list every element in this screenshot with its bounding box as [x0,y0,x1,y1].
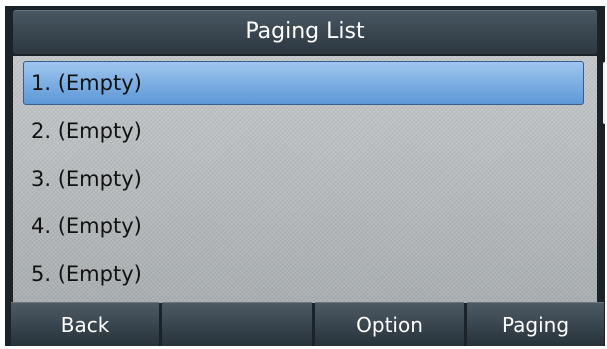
empty-softkey[interactable] [162,302,312,346]
back-button[interactable]: Back [11,302,159,346]
list-item[interactable]: 2. (Empty) [25,109,580,153]
list-item[interactable]: 5. (Empty) [25,252,580,296]
list-item[interactable]: 4. (Empty) [25,204,580,248]
softkey-bar: Back Option Paging [5,302,605,346]
option-button[interactable]: Option [315,302,464,346]
list-item[interactable]: 1. (Empty) [23,61,584,105]
page-title: Paging List [13,10,597,54]
phone-screen: Paging List 1. (Empty) 2. (Empty) 3. (Em… [5,6,605,346]
scrollbar[interactable] [603,62,605,124]
paging-button[interactable]: Paging [467,302,604,346]
list-item[interactable]: 3. (Empty) [25,157,580,201]
paging-list: 1. (Empty) 2. (Empty) 3. (Empty) 4. (Emp… [13,56,597,303]
